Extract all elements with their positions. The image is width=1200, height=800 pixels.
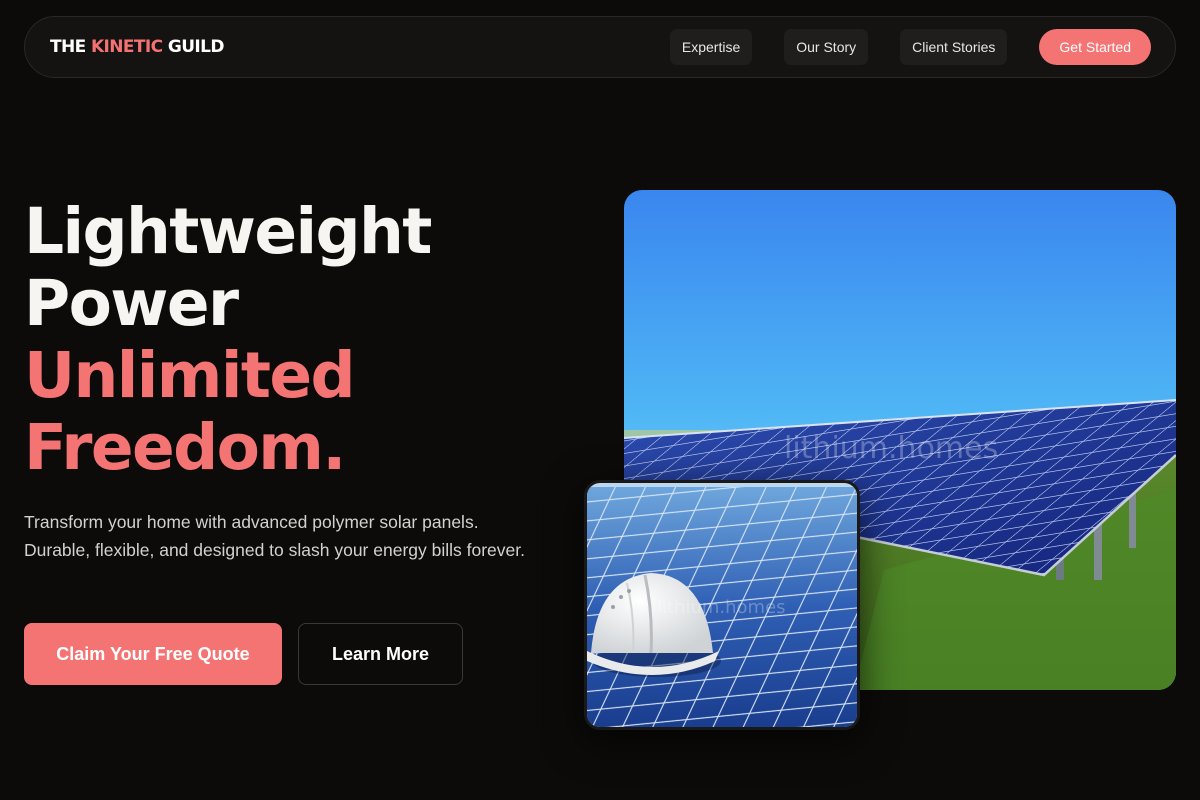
svg-text:lithium.homes: lithium.homes [657,597,786,618]
get-started-button[interactable]: Get Started [1039,29,1151,65]
top-nav: THE KINETIC GUILD Expertise Our Story Cl… [24,16,1176,78]
brand-logo-accent: KINETIC [90,37,163,57]
hard-hat-image: lithium.homes [584,480,860,730]
learn-more-button[interactable]: Learn More [298,623,463,685]
headline-line-1: Lightweight [24,195,432,268]
brand-logo-part-1: THE [50,37,91,57]
claim-quote-button[interactable]: Claim Your Free Quote [24,623,282,685]
nav-link-client-stories[interactable]: Client Stories [900,29,1008,65]
headline-line-2: Power [24,267,239,340]
svg-text:lithium.homes: lithium.homes [784,431,998,466]
hero-subtitle: Transform your home with advanced polyme… [24,512,525,560]
nav-link-expertise[interactable]: Expertise [669,29,753,65]
brand-logo[interactable]: THE KINETIC GUILD [50,37,224,57]
brand-logo-part-3: GUILD [162,37,225,57]
headline-line-4: Freedom. [24,411,346,484]
headline-line-3: Unlimited [24,339,356,412]
hero-headline: Lightweight Power Unlimited Freedom. [24,195,432,484]
nav-link-our-story[interactable]: Our Story [784,29,869,65]
nav-links: Expertise Our Story Client Stories Get S… [669,29,1151,65]
